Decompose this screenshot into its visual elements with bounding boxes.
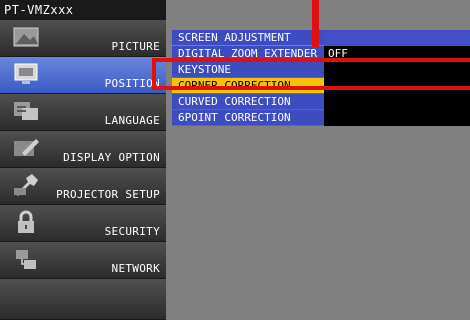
sidebar-item-blank [0, 279, 166, 320]
sidebar-item-picture[interactable]: PICTURE [0, 20, 166, 57]
menu-row-label: 6POINT CORRECTION [172, 110, 324, 126]
network-icon [16, 250, 36, 269]
padlock-icon [18, 210, 34, 233]
sidebar-item-projector-setup[interactable]: PROJECTOR SETUP [0, 168, 166, 205]
menu-row-value [324, 110, 470, 126]
sidebar-item-display-option[interactable]: DISPLAY OPTION [0, 131, 166, 168]
sidebar-item-label: NETWORK [111, 262, 160, 275]
sidebar-item-network[interactable]: NETWORK [0, 242, 166, 279]
menu-row-label: SCREEN ADJUSTMENT [172, 30, 324, 46]
highlight-pointer-line [312, 0, 319, 47]
menu-row-value [324, 30, 470, 46]
highlight-box [152, 58, 470, 90]
sidebar-item-position[interactable]: POSITION [0, 57, 166, 94]
window-title: PT-VMZxxx [0, 0, 166, 20]
sidebar: PICTURE POSITION LANGUAGE DISPLAY OPTION… [0, 20, 166, 320]
position-icon [14, 63, 38, 84]
picture-icon [13, 27, 39, 47]
sidebar-item-label: PROJECTOR SETUP [56, 188, 160, 201]
menu-row-value [324, 94, 470, 110]
display-option-icon [14, 139, 39, 156]
sidebar-item-label: LANGUAGE [104, 114, 160, 127]
sidebar-item-security[interactable]: SECURITY [0, 205, 166, 242]
sidebar-item-label: DISPLAY OPTION [63, 151, 160, 164]
menu-row-label: CURVED CORRECTION [172, 94, 324, 110]
menu-row-6point-correction[interactable]: 6POINT CORRECTION [172, 110, 470, 126]
sidebar-item-label: SECURITY [104, 225, 160, 238]
language-icon [14, 102, 38, 120]
sidebar-item-label: PICTURE [111, 40, 160, 53]
menu-row-curved-correction[interactable]: CURVED CORRECTION [172, 94, 470, 110]
sidebar-item-language[interactable]: LANGUAGE [0, 94, 166, 131]
projector-setup-icon [14, 174, 38, 196]
menu-row-screen-adjustment[interactable]: SCREEN ADJUSTMENT [172, 30, 470, 46]
